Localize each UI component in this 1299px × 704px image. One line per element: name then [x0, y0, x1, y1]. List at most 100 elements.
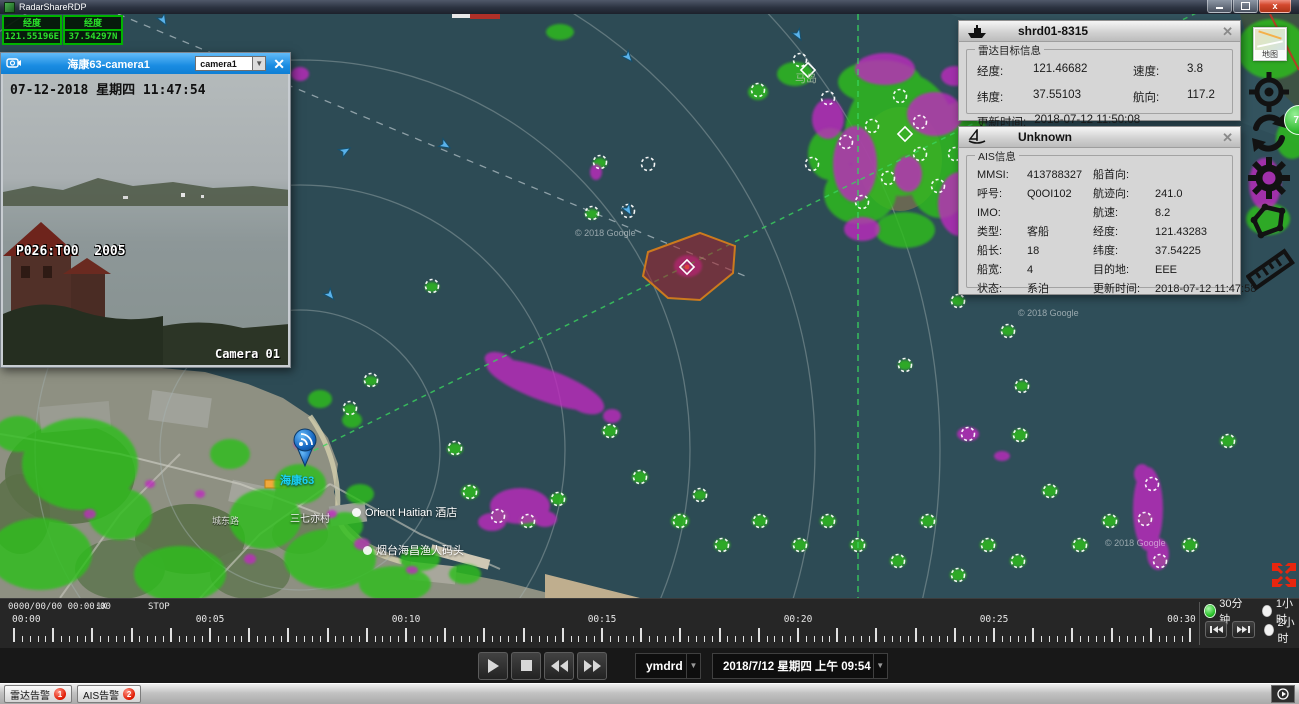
timeline-tick: [335, 636, 336, 642]
field-label: MMSI:: [977, 168, 1027, 187]
timeline-tick: [735, 636, 736, 642]
timeline-tick: [390, 636, 391, 642]
radar-alarm-badge: 1: [54, 688, 66, 700]
timeline-tick: [248, 628, 250, 642]
radar-alarm-button[interactable]: 雷达告警 1: [4, 685, 72, 703]
camera-select[interactable]: camera1: [195, 56, 253, 71]
ais-field-row: 状态:系泊: [977, 282, 1093, 301]
rewind-button[interactable]: [544, 652, 574, 680]
radar-panel-close-icon[interactable]: ✕: [1222, 25, 1233, 38]
timeline-tick: [1080, 636, 1081, 642]
timeline-tick-label: 00:00: [12, 614, 41, 625]
timeline-tick: [657, 636, 658, 642]
timeline-ruler[interactable]: [0, 627, 1200, 644]
minimize-button[interactable]: [1207, 0, 1232, 13]
fullscreen-button[interactable]: [1271, 562, 1297, 588]
timeline-tick: [77, 636, 78, 642]
fast-forward-button[interactable]: [577, 652, 607, 680]
timeline-tick-label: 00:15: [588, 614, 617, 625]
field-label: 航迹向:: [1093, 187, 1155, 206]
timeline-tick: [186, 636, 187, 642]
ais-panel-titlebar[interactable]: Unknown ✕: [959, 127, 1240, 148]
camera-close-icon[interactable]: ✕: [273, 57, 285, 71]
play-button[interactable]: [478, 652, 508, 680]
timeline-tick: [304, 636, 305, 642]
timeline-tick: [1025, 636, 1026, 642]
field-label: 类型:: [977, 225, 1027, 244]
radar-echo-blob: [833, 126, 877, 202]
draw-zone-button[interactable]: [1246, 200, 1292, 242]
timeline-tick: [516, 636, 517, 642]
datetime-select[interactable]: 2018/7/12 星期四 上午 09:54 ▼: [712, 653, 888, 679]
timeline-tick: [531, 636, 532, 642]
longitude-box: 经度 121.55196E: [2, 15, 62, 45]
field-label: 经度:: [977, 63, 1033, 79]
media-button[interactable]: [1271, 685, 1295, 703]
camera-osd-datetime: 07-12-2018 星期四 11:47:54: [10, 79, 206, 98]
radar-panel-titlebar[interactable]: shrd01-8315 ✕: [959, 21, 1240, 42]
ais-field-row: 航速:8.2: [1093, 206, 1256, 225]
field-label: 纬度:: [1093, 244, 1155, 263]
field-value: 18: [1027, 244, 1039, 263]
timeline-tick: [861, 636, 862, 642]
timeline-tick: [508, 636, 509, 642]
app-window: 马岛海康63Orient Haitian 酒店烟台海昌渔人码头城东路三七亦村 ©…: [0, 0, 1299, 704]
camera-osd-name: Camera 01: [215, 347, 280, 361]
chevron-down-icon[interactable]: ▼: [253, 56, 266, 71]
timeline-tick-label: 00:25: [980, 614, 1009, 625]
radio-dot-2hour[interactable]: [1264, 624, 1274, 636]
timeline-tick: [351, 636, 352, 642]
longitude-label: 经度: [4, 17, 60, 31]
chevron-down-icon[interactable]: ▼: [686, 654, 700, 678]
window-close-button[interactable]: x: [1259, 0, 1291, 13]
ais-alarm-button[interactable]: AIS告警 2: [77, 685, 141, 703]
maximize-button[interactable]: [1233, 0, 1258, 13]
skip-to-start-button[interactable]: [1205, 621, 1227, 638]
timeline-tick: [1041, 636, 1042, 642]
field-value: Q0OI102: [1027, 187, 1072, 206]
timeline-tick: [131, 628, 133, 642]
field-value: 系泊: [1027, 282, 1049, 301]
stop-button[interactable]: [511, 652, 541, 680]
mode-select-value: ymdrd: [646, 659, 683, 673]
timeline-tick: [405, 628, 407, 642]
longitude-value: 121.55196E: [4, 31, 60, 43]
timeline-tick: [281, 636, 282, 642]
settings-button[interactable]: [1246, 157, 1292, 199]
ais-field-row: 纬度:37.54225: [1093, 244, 1256, 263]
timeline-tick: [594, 636, 595, 642]
radar-echo-blob: [327, 510, 337, 518]
timeline-tick: [947, 636, 948, 642]
skip-to-end-button[interactable]: [1232, 621, 1254, 638]
timeline-tick: [790, 636, 791, 642]
map-canvas[interactable]: 马岛海康63Orient Haitian 酒店烟台海昌渔人码头城东路三七亦村 ©…: [0, 14, 1299, 598]
mode-select[interactable]: ymdrd ▼: [635, 653, 701, 679]
timeline-tick: [13, 628, 15, 642]
radio-2hour[interactable]: 2小时: [1264, 614, 1299, 646]
window-titlebar[interactable]: RadarShareRDP: [0, 0, 1299, 14]
ais-field-row: IMO:: [977, 206, 1093, 225]
ais-alarm-badge: 2: [123, 688, 135, 700]
timeline-tick: [343, 636, 344, 642]
radio-dot-30min[interactable]: [1205, 605, 1215, 617]
radar-echo-blob: [844, 217, 880, 241]
timeline-tick: [100, 636, 101, 642]
field-value: EEE: [1155, 263, 1177, 282]
locate-button[interactable]: [1246, 70, 1292, 110]
camera-titlebar[interactable]: 海康63-camera1 camera1 ▼ ✕: [1, 53, 290, 74]
timeline-tick: [679, 628, 681, 642]
chevron-down-icon[interactable]: ▼: [873, 654, 887, 678]
timeline-tick: [209, 628, 211, 642]
ais-field-row: 船长:18: [977, 244, 1093, 263]
measure-button[interactable]: [1246, 245, 1292, 293]
ais-field-row: 更新时间:2018-07-12 11:47:58: [1093, 282, 1256, 301]
map-layer-button[interactable]: 地图: [1253, 27, 1287, 61]
timeline-tick: [1166, 636, 1167, 642]
timeline-tick: [500, 636, 501, 642]
timeline-tick: [218, 636, 219, 642]
radar-echo-blob: [308, 390, 332, 408]
timeline-tick: [257, 636, 258, 642]
ais-panel-close-icon[interactable]: ✕: [1222, 131, 1233, 144]
radar-echo-blob: [364, 376, 378, 386]
timeline-tick: [1088, 636, 1089, 642]
